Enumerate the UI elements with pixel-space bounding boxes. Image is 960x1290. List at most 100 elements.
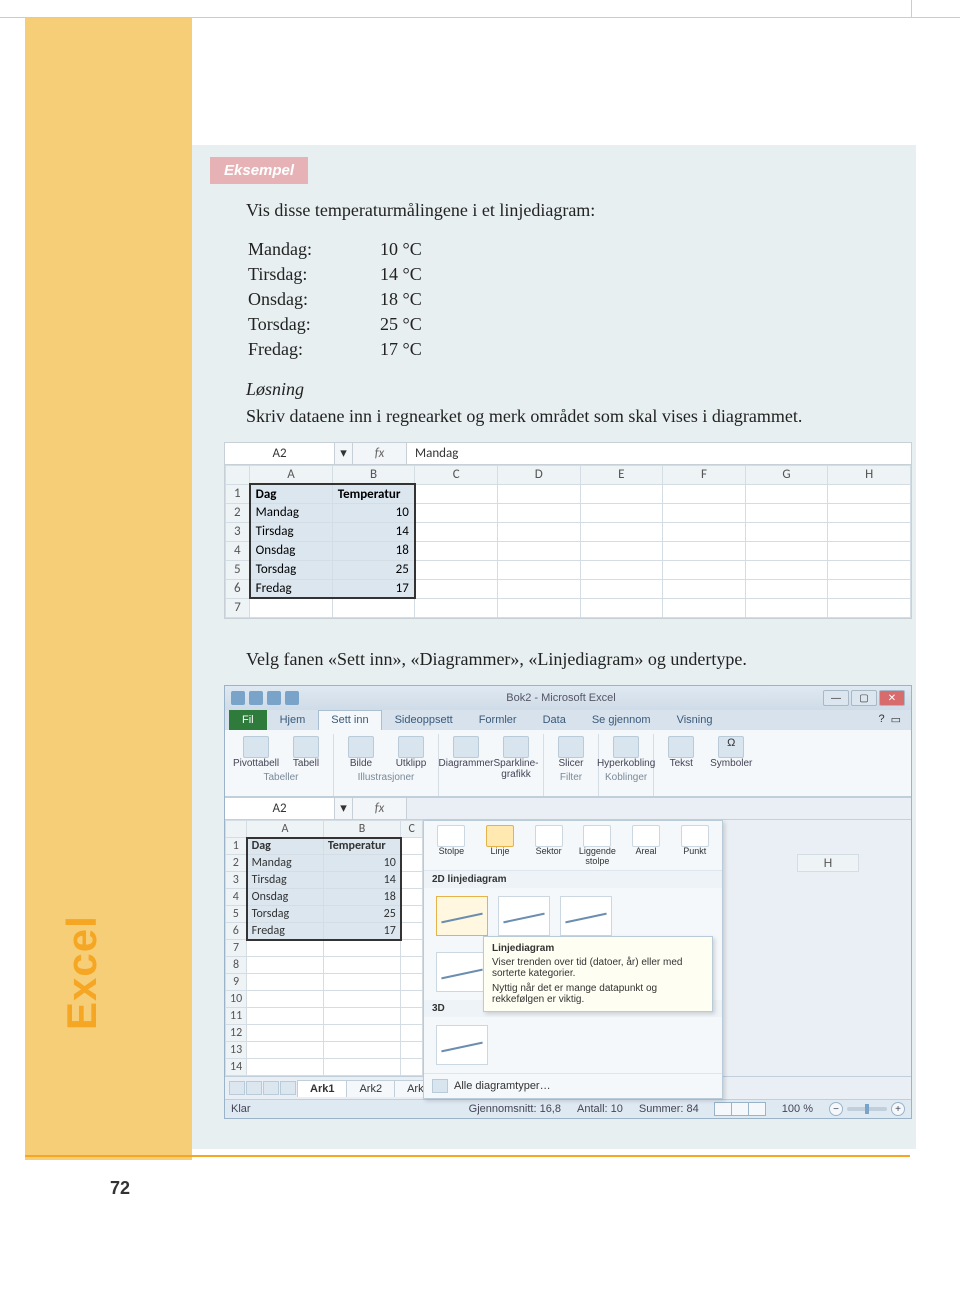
chart-type-bar[interactable]: Liggende stolpe	[576, 825, 619, 866]
cell[interactable]	[497, 560, 580, 579]
cell[interactable]: Fredag	[247, 923, 324, 940]
cell[interactable]	[401, 957, 423, 974]
cell[interactable]	[828, 598, 911, 617]
formula-bar[interactable]	[407, 798, 911, 819]
cell[interactable]	[828, 541, 911, 560]
sheet-tab[interactable]: Ark2	[346, 1080, 395, 1097]
cell[interactable]	[247, 940, 324, 957]
cell[interactable]	[663, 560, 746, 579]
cell[interactable]: Fredag	[250, 579, 333, 598]
row-header[interactable]: 3	[226, 522, 250, 541]
sheet-nav-last[interactable]	[280, 1081, 296, 1095]
cell[interactable]	[323, 1025, 400, 1042]
cell[interactable]	[580, 560, 663, 579]
cell[interactable]	[323, 1059, 400, 1076]
cell[interactable]	[323, 940, 400, 957]
cell[interactable]	[401, 855, 423, 872]
col-header[interactable]: F	[663, 465, 746, 484]
line-subtype-1[interactable]	[436, 896, 488, 936]
cell[interactable]	[247, 957, 324, 974]
cell[interactable]	[415, 503, 498, 522]
cell[interactable]: 25	[332, 560, 415, 579]
cell[interactable]: 25	[323, 906, 400, 923]
row-header[interactable]: 12	[226, 1025, 247, 1042]
cell[interactable]: Temperatur	[332, 484, 415, 503]
col-header[interactable]: E	[580, 465, 663, 484]
tab-hjem[interactable]: Hjem	[267, 710, 319, 730]
cell[interactable]	[323, 1008, 400, 1025]
cell[interactable]: Mandag	[247, 855, 324, 872]
fx-label[interactable]: fx	[353, 443, 407, 464]
cell[interactable]	[663, 541, 746, 560]
close-button[interactable]: ✕	[879, 690, 905, 706]
cell[interactable]	[401, 1042, 423, 1059]
col-header[interactable]: C	[415, 465, 498, 484]
cell[interactable]: 14	[323, 872, 400, 889]
cell[interactable]	[828, 522, 911, 541]
row-header[interactable]: 11	[226, 1008, 247, 1025]
hyperlink-button[interactable]: Hyperkobling	[605, 736, 647, 770]
cell[interactable]	[323, 1042, 400, 1059]
cell[interactable]	[497, 503, 580, 522]
col-header[interactable]: D	[497, 465, 580, 484]
col-header[interactable]: A	[250, 465, 333, 484]
cell[interactable]	[497, 484, 580, 503]
view-layout-button[interactable]	[731, 1102, 749, 1116]
cell[interactable]	[497, 579, 580, 598]
cell[interactable]: Dag	[250, 484, 333, 503]
cell[interactable]	[663, 503, 746, 522]
cell[interactable]	[401, 838, 423, 855]
tab-sett-inn[interactable]: Sett inn	[318, 710, 381, 730]
redo-icon[interactable]	[285, 691, 299, 705]
clipart-button[interactable]: Utklipp	[390, 736, 432, 770]
col-header[interactable]: B	[323, 821, 400, 838]
line-subtype-3[interactable]	[560, 896, 612, 936]
minimize-button[interactable]: —	[823, 690, 849, 706]
worksheet-grid[interactable]: A B C D E F G H 1 Dag Temperatur 2 Manda…	[225, 465, 911, 618]
cell[interactable]	[580, 484, 663, 503]
cell[interactable]: Onsdag	[250, 541, 333, 560]
cell[interactable]	[401, 923, 423, 940]
chart-type-column[interactable]: Stolpe	[430, 825, 473, 866]
slicer-button[interactable]: Slicer	[550, 736, 592, 770]
cell[interactable]	[828, 503, 911, 522]
cell[interactable]	[401, 940, 423, 957]
row-header[interactable]: 10	[226, 991, 247, 1008]
chart-type-area[interactable]: Areal	[625, 825, 668, 866]
cell[interactable]: 18	[332, 541, 415, 560]
row-header[interactable]: 1	[226, 484, 250, 503]
col-header[interactable]: H	[828, 465, 911, 484]
cell[interactable]	[415, 579, 498, 598]
tab-sideoppsett[interactable]: Sideoppsett	[382, 710, 466, 730]
cell[interactable]	[663, 484, 746, 503]
sheet-tab[interactable]: Ark1	[297, 1080, 347, 1097]
row-header[interactable]: 7	[226, 598, 250, 617]
cell[interactable]	[497, 522, 580, 541]
cell[interactable]	[663, 522, 746, 541]
worksheet-grid[interactable]: A B C 1DagTemperatur 2Mandag10 3Tirsdag1…	[225, 820, 423, 1076]
quick-access-toolbar[interactable]	[231, 691, 299, 705]
name-box[interactable]: A2	[225, 798, 335, 819]
cell[interactable]: 14	[332, 522, 415, 541]
cell[interactable]: Mandag	[250, 503, 333, 522]
name-box-dropdown[interactable]: ▾	[335, 443, 353, 464]
cell[interactable]: Torsdag	[250, 560, 333, 579]
cell[interactable]	[415, 522, 498, 541]
cell[interactable]	[745, 522, 828, 541]
cell[interactable]	[828, 484, 911, 503]
cell[interactable]	[247, 1025, 324, 1042]
tab-formler[interactable]: Formler	[466, 710, 530, 730]
row-header[interactable]: 13	[226, 1042, 247, 1059]
cell[interactable]: 10	[332, 503, 415, 522]
cell[interactable]	[247, 991, 324, 1008]
row-header[interactable]: 8	[226, 957, 247, 974]
cell[interactable]: Tirsdag	[250, 522, 333, 541]
cell[interactable]	[745, 541, 828, 560]
cell[interactable]: 17	[323, 923, 400, 940]
chart-type-line[interactable]: Linje	[479, 825, 522, 866]
zoom-slider[interactable]	[847, 1107, 887, 1111]
sheet-nav-next[interactable]	[263, 1081, 279, 1095]
cell[interactable]	[745, 579, 828, 598]
col-header[interactable]: G	[745, 465, 828, 484]
view-pagebreak-button[interactable]	[748, 1102, 766, 1116]
